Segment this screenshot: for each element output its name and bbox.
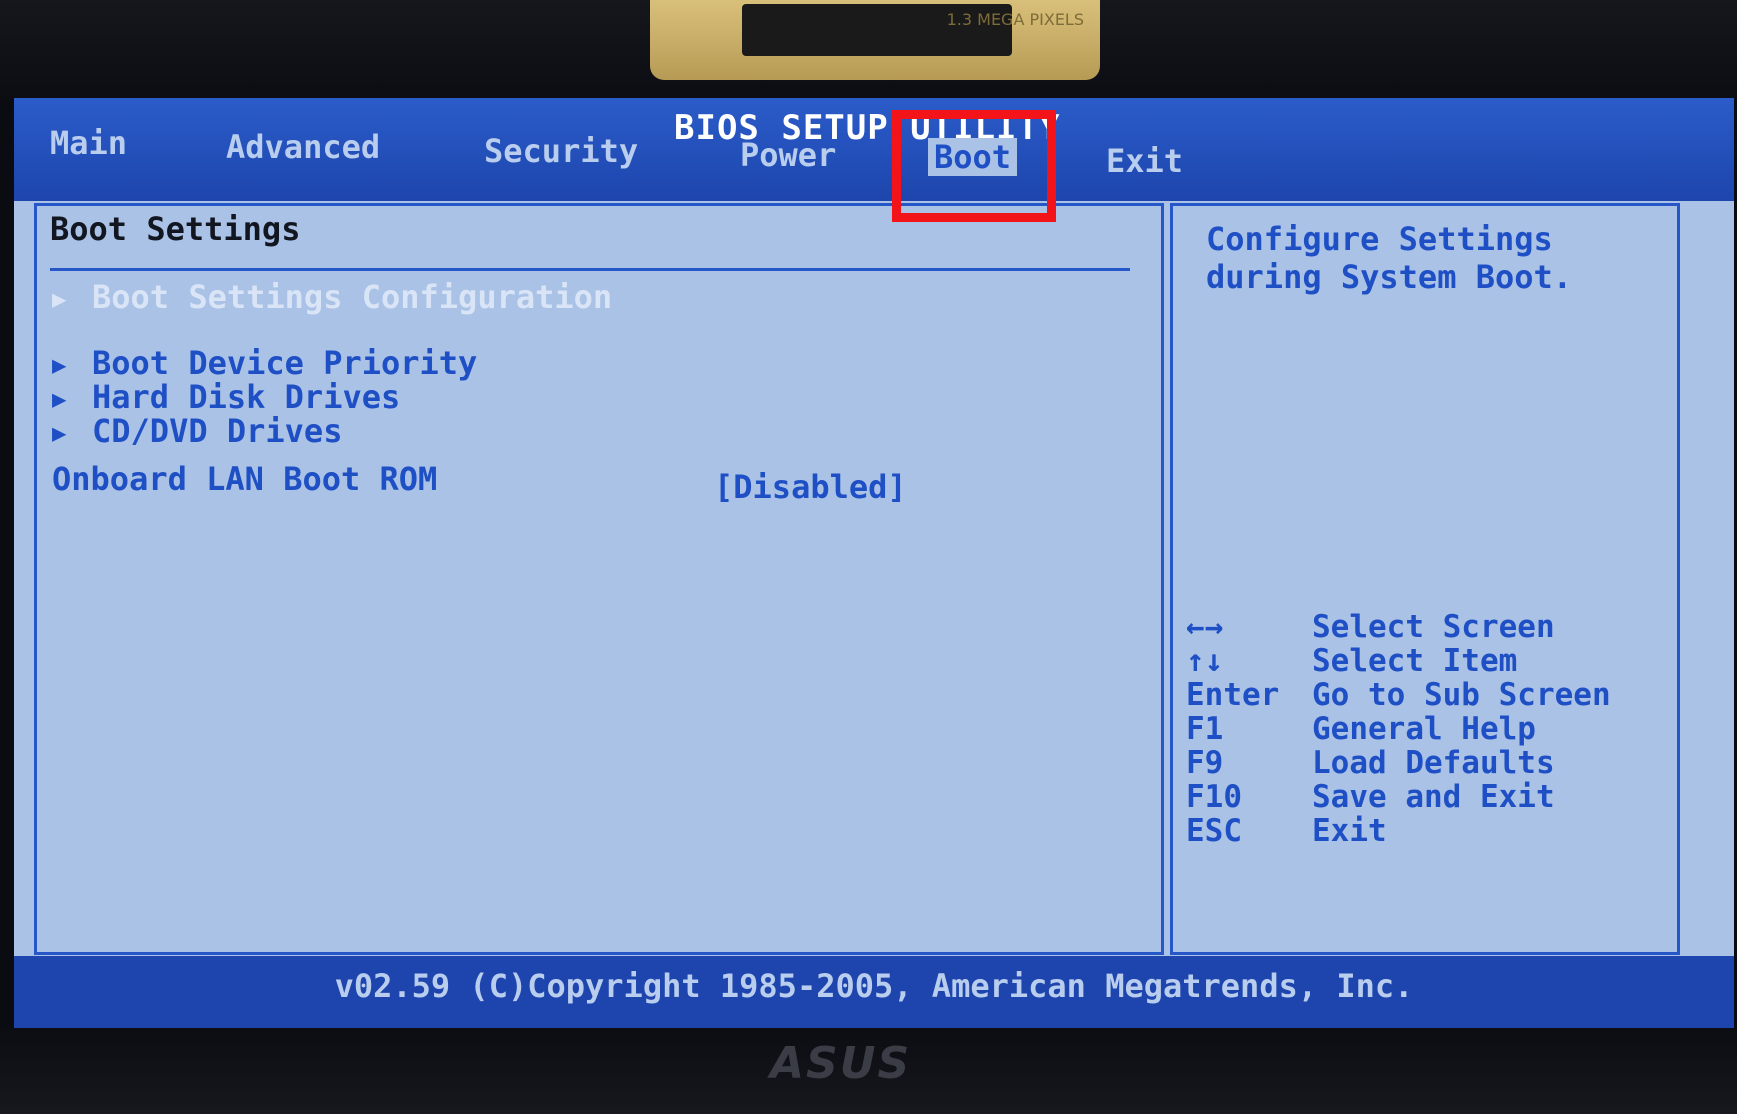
- bios-screen: BIOS SETUP UTILITY Main Advanced Securit…: [14, 98, 1734, 1028]
- key-name: Enter: [1186, 677, 1280, 713]
- menu-item-label: Boot Device Priority: [92, 344, 478, 382]
- key-legend-row: F9 Load Defaults: [1186, 746, 1555, 780]
- title-bar: BIOS SETUP UTILITY Main Advanced Securit…: [14, 98, 1734, 201]
- key-action: General Help: [1312, 711, 1536, 747]
- tab-exit[interactable]: Exit: [1106, 142, 1183, 180]
- key-name: F10: [1186, 779, 1242, 815]
- tab-security[interactable]: Security: [484, 132, 638, 170]
- heading-divider: [50, 268, 1130, 271]
- key-legend-row: ←→ Select Screen: [1186, 610, 1555, 644]
- menu-item-label: CD/DVD Drives: [92, 412, 343, 450]
- key-legend-row: ↑↓ Select Item: [1186, 644, 1517, 678]
- key-legend-row: F10 Save and Exit: [1186, 780, 1555, 814]
- submenu-arrow-icon: ▶: [52, 385, 67, 413]
- onboard-lan-boot-rom-value[interactable]: [Disabled]: [714, 468, 907, 506]
- highlight-box: [892, 110, 1056, 222]
- menu-item-label: Hard Disk Drives: [92, 378, 401, 416]
- brand-logo: ASUS: [770, 1038, 912, 1089]
- up-down-arrow-icon: ↑↓: [1186, 643, 1224, 679]
- submenu-arrow-icon: ▶: [52, 285, 67, 313]
- menu-item-cd-dvd-drives[interactable]: ▶ CD/DVD Drives: [52, 412, 342, 450]
- key-name: ESC: [1186, 813, 1242, 849]
- key-action: Save and Exit: [1312, 779, 1555, 815]
- key-action: Load Defaults: [1312, 745, 1555, 781]
- tab-power[interactable]: Power: [740, 136, 836, 174]
- key-legend-row: ESC Exit: [1186, 814, 1387, 848]
- section-heading: Boot Settings: [50, 210, 301, 248]
- key-name: F1: [1186, 711, 1224, 747]
- key-action: Exit: [1312, 813, 1387, 849]
- copyright-footer: v02.59 (C)Copyright 1985-2005, American …: [14, 956, 1734, 1028]
- tab-advanced[interactable]: Advanced: [226, 128, 380, 166]
- menu-item-boot-settings-configuration[interactable]: ▶ Boot Settings Configuration: [52, 278, 612, 316]
- webcam-label: 1.3 MEGA PIXELS: [946, 10, 1084, 29]
- submenu-arrow-icon: ▶: [52, 351, 67, 379]
- key-action: Select Screen: [1312, 609, 1555, 645]
- submenu-arrow-icon: ▶: [52, 419, 67, 447]
- key-action: Go to Sub Screen: [1312, 677, 1611, 713]
- onboard-lan-boot-rom-label: Onboard LAN Boot ROM: [52, 460, 438, 498]
- key-legend-row: F1 General Help: [1186, 712, 1536, 746]
- key-action: Select Item: [1312, 643, 1518, 679]
- webcam-housing: 1.3 MEGA PIXELS: [650, 0, 1100, 80]
- left-right-arrow-icon: ←→: [1186, 609, 1224, 645]
- tab-main[interactable]: Main: [50, 124, 127, 162]
- help-description: Configure Settings during System Boot.: [1206, 220, 1573, 296]
- key-legend-row: Enter Go to Sub Screen: [1186, 678, 1611, 712]
- key-name: F9: [1186, 745, 1224, 781]
- menu-item-label: Boot Settings Configuration: [92, 278, 613, 316]
- menu-item-hard-disk-drives[interactable]: ▶ Hard Disk Drives: [52, 378, 400, 416]
- menu-item-boot-device-priority[interactable]: ▶ Boot Device Priority: [52, 344, 477, 382]
